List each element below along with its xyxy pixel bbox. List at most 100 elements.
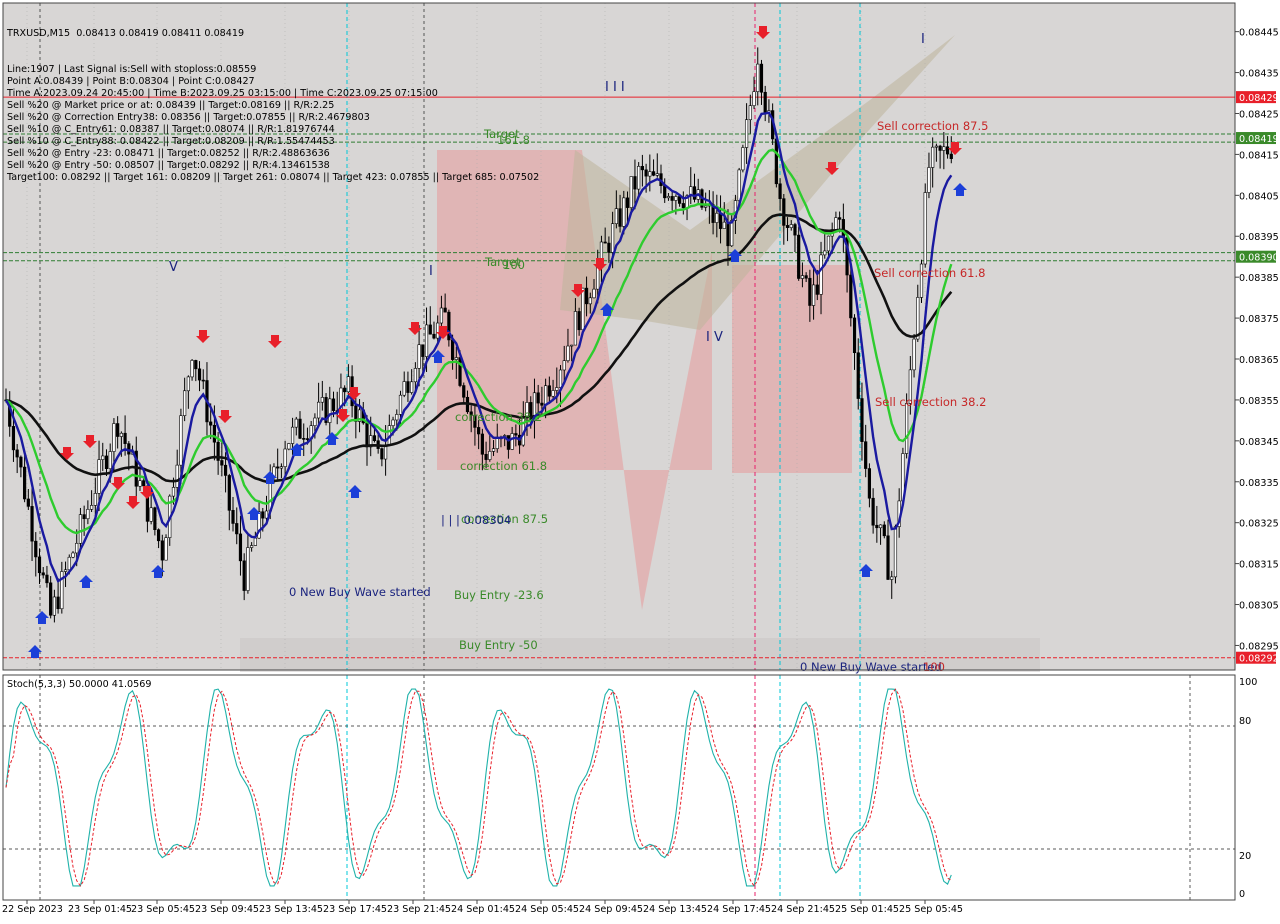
candle-body: [878, 524, 883, 529]
candle-body: [127, 443, 131, 455]
candle-body: [372, 435, 377, 441]
candle-body: [540, 402, 544, 406]
candle-body: [886, 535, 890, 580]
candle-body: [491, 448, 496, 452]
candle-body: [417, 344, 421, 369]
y-tick-label: 0.08315: [1239, 560, 1279, 571]
candle-body: [253, 537, 257, 546]
candle-body: [261, 511, 265, 519]
candle-body: [112, 423, 116, 452]
y-tick-label: 0.08415: [1239, 150, 1279, 161]
symbol-ohlc-line: TRXUSD,M15 0.08413 0.08419 0.08411 0.084…: [7, 28, 539, 40]
candle-body: [220, 460, 224, 466]
candle-body: [756, 63, 760, 92]
chart-annotation: Sell correction 38.2: [875, 395, 986, 409]
price-tag-label: 0.08390: [1239, 253, 1279, 264]
candle-body: [238, 533, 243, 562]
candle-body: [424, 324, 429, 357]
candle-body: [328, 398, 332, 423]
candle-body: [56, 596, 60, 610]
candle-body: [153, 507, 157, 531]
candle-body: [346, 376, 350, 393]
candle-body: [562, 360, 566, 371]
candle-body: [194, 360, 198, 370]
x-tick-label: 23 Sep 21:45: [387, 904, 451, 915]
candle-body: [410, 381, 414, 393]
candle-body: [450, 339, 455, 360]
chart-annotation: Buy Entry -50: [459, 638, 538, 652]
candle-body: [826, 235, 831, 252]
candle-body: [722, 221, 726, 229]
signal-info-lines: Line:1907 | Last Signal is:Sell with sto…: [7, 64, 539, 184]
candle-body: [209, 421, 213, 426]
candle-body: [785, 225, 790, 228]
candle-body: [26, 498, 30, 507]
candle-body: [108, 451, 112, 470]
info-line: Line:1907 | Last Signal is:Sell with sto…: [7, 64, 257, 75]
candle-body: [175, 464, 179, 488]
y-tick-label: 0.08375: [1239, 314, 1279, 325]
candle-body: [160, 540, 164, 561]
candle-body: [625, 197, 630, 208]
candle-body: [428, 324, 432, 335]
y-tick-label: 0.08365: [1239, 355, 1279, 366]
candle-body: [138, 480, 142, 487]
candle-body: [577, 311, 581, 331]
candle-body: [506, 435, 511, 450]
candle-body: [629, 176, 633, 208]
candle-body: [443, 307, 447, 313]
candle-body: [607, 242, 611, 253]
candle-body: [912, 338, 916, 371]
chart-annotation: | | | 0.08304: [441, 513, 511, 527]
wave-label: I: [921, 32, 925, 47]
info-line: Sell %20 @ Entry -23: 0.08471 || Target:…: [7, 148, 330, 159]
x-tick-label: 24 Sep 01:45: [451, 904, 515, 915]
candle-body: [19, 456, 23, 468]
candle-body: [834, 217, 838, 230]
chart-annotation: 100: [923, 660, 945, 674]
candle-body: [116, 423, 120, 437]
candle-body: [797, 234, 801, 279]
candle-body: [11, 426, 16, 451]
y-tick-label: 0.08395: [1239, 232, 1279, 243]
candle-body: [510, 433, 514, 450]
candle-body: [584, 287, 589, 305]
candle-body: [89, 505, 94, 510]
candle-body: [86, 508, 90, 520]
candle-body: [741, 147, 745, 171]
candle-body: [864, 441, 868, 469]
info-line: Sell %10 @ C_Entry88: 0.08422 || Target:…: [7, 136, 335, 147]
info-panel: TRXUSD,M15 0.08413 0.08419 0.08411 0.084…: [7, 4, 539, 208]
candle-body: [164, 537, 168, 561]
x-tick-label: 24 Sep 09:45: [579, 904, 643, 915]
candle-body: [841, 219, 845, 238]
x-tick-label: 25 Sep 05:45: [899, 904, 963, 915]
candle-body: [737, 169, 741, 201]
candle-body: [41, 572, 45, 576]
candle-body: [231, 510, 235, 524]
candle-body: [212, 424, 217, 443]
candle-body: [674, 196, 678, 201]
candle-body: [882, 524, 886, 537]
candle-body: [439, 307, 444, 324]
candle-body: [30, 506, 34, 542]
candle-body: [916, 297, 920, 340]
candle-body: [331, 398, 336, 411]
stoch-axis-label: 20: [1239, 851, 1251, 862]
candle-body: [934, 145, 938, 148]
candle-body: [119, 432, 123, 437]
candle-body: [480, 433, 484, 455]
stoch-label: Stoch(5,3,3) 50.0000 41.0569: [7, 679, 151, 690]
candle-body: [49, 582, 53, 616]
price-tag-label: 0.08429: [1239, 93, 1279, 104]
candle-body: [421, 344, 425, 357]
candle-body: [383, 444, 388, 460]
candle-body: [398, 394, 403, 415]
candle-body: [201, 379, 205, 382]
watermark-shape: [732, 265, 852, 473]
wave-label: I I I: [605, 80, 625, 95]
candle-body: [305, 438, 310, 440]
info-line: Point A:0.08439 | Point B:0.08304 | Poin…: [7, 76, 255, 87]
candle-body: [573, 311, 577, 346]
candle-body: [93, 493, 97, 506]
